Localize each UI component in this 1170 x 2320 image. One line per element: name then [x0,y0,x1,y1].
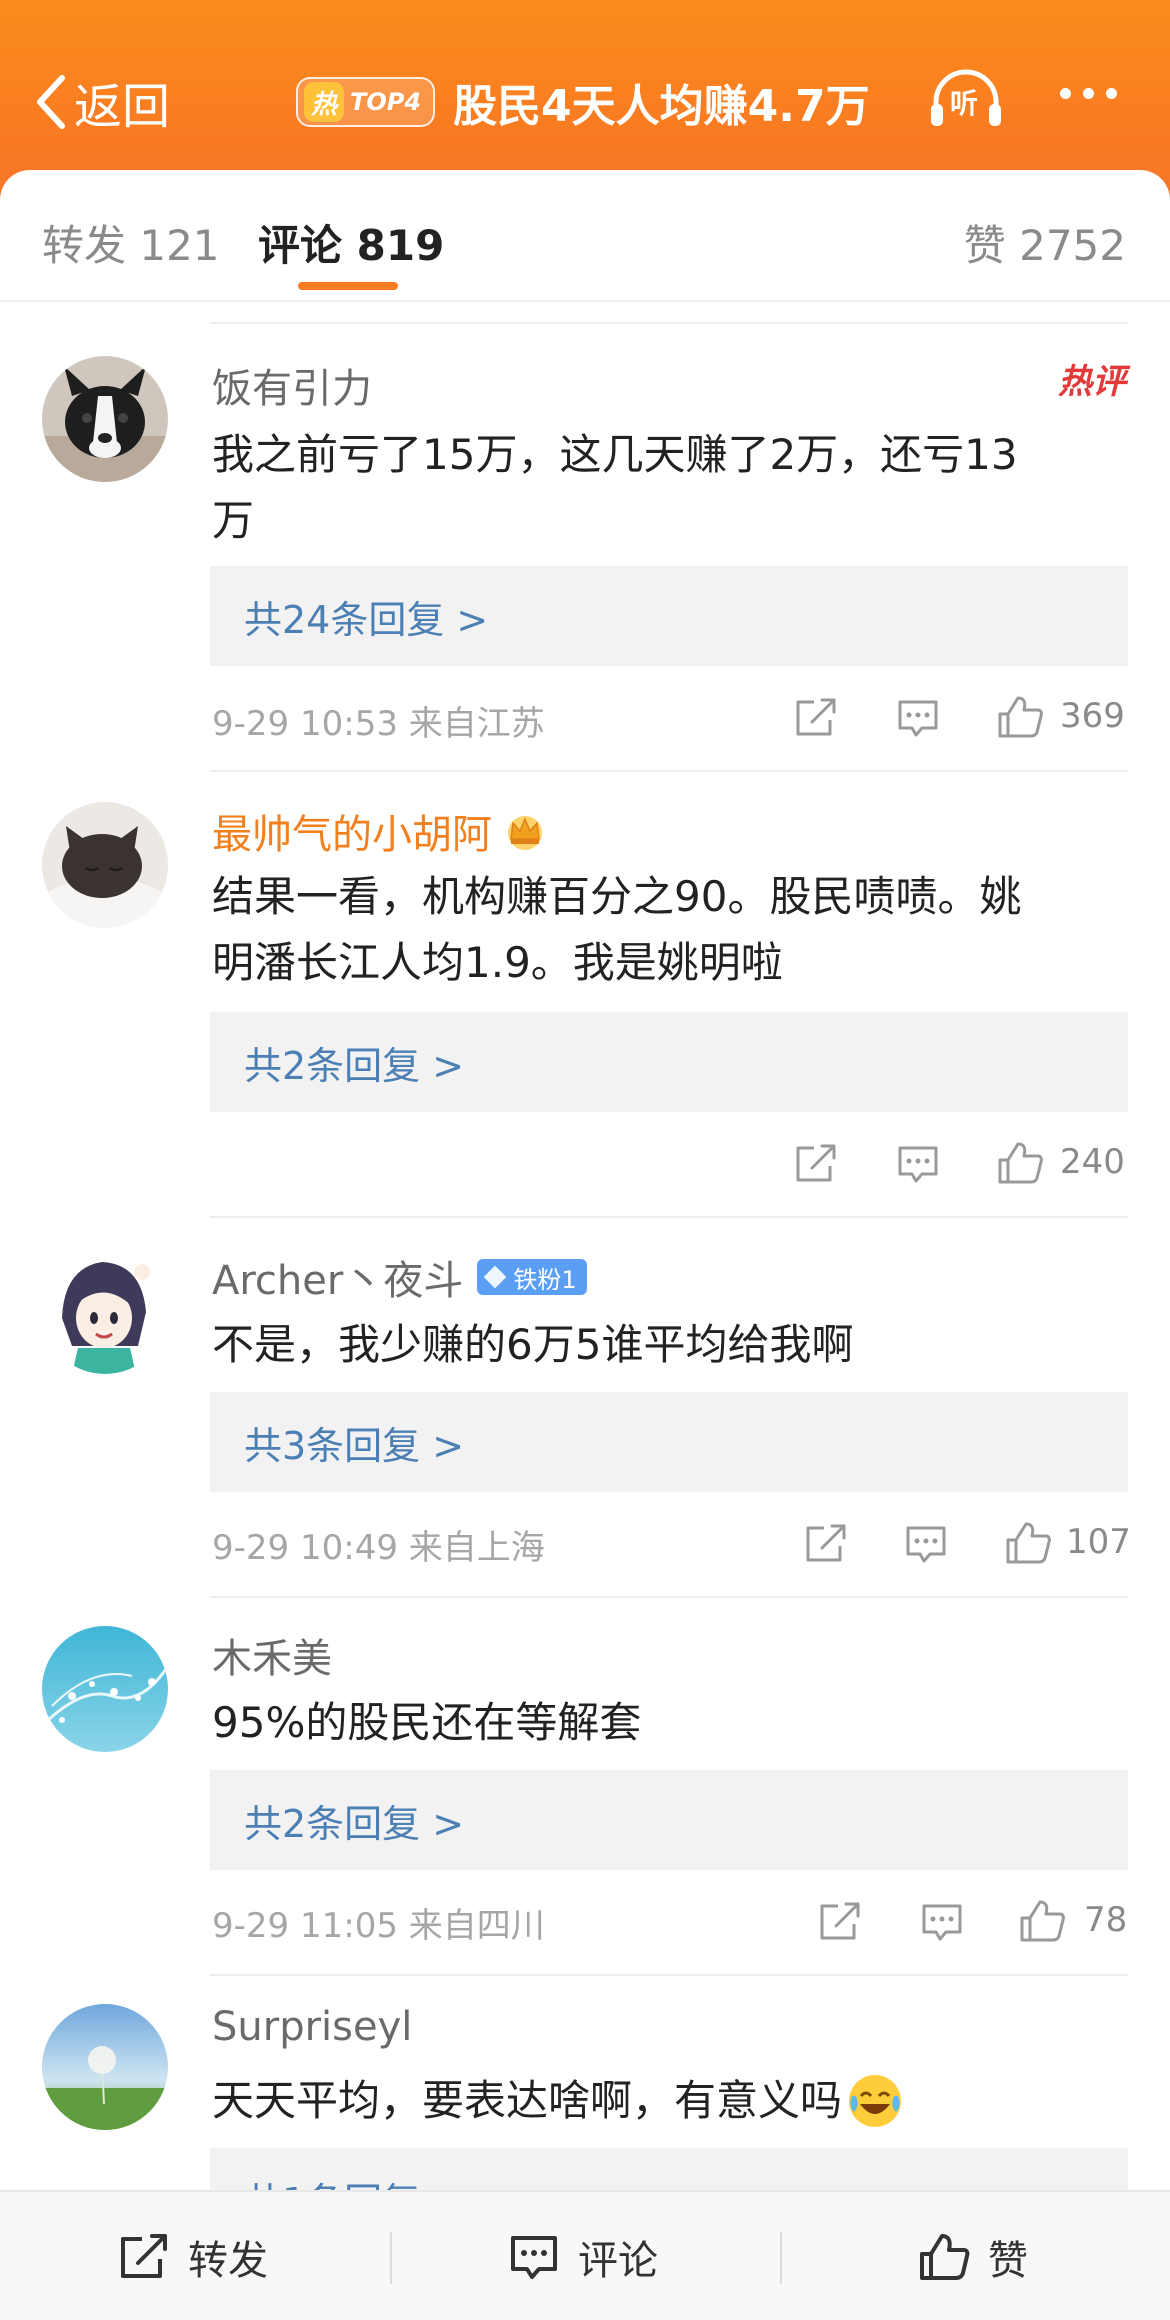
comment-text-line: 明潘长江人均1.9。我是姚明啦 [212,938,783,987]
hot-topic-title[interactable]: 热 TOP4 股民4天人均赚4.7万 [296,66,870,138]
active-tab-indicator [298,282,398,290]
view-replies-button[interactable]: 共2条回复 > [210,1770,1128,1870]
comment-icon[interactable] [896,698,940,738]
like-button[interactable]: 赞 [918,2192,1028,2320]
share-icon[interactable] [794,698,838,738]
tab-repost[interactable]: 转发 121 [42,212,220,273]
avatar[interactable] [42,802,168,928]
avatar[interactable] [42,2004,168,2130]
hot-rank-badge: 热 TOP4 [296,77,436,127]
share-icon[interactable] [794,1144,838,1184]
divider [0,300,1170,302]
view-replies-button[interactable]: 共24条回复 > [210,566,1128,666]
username[interactable]: 木禾美 [212,1626,332,1684]
like-count: 240 [1060,1142,1125,1182]
back-button[interactable]: 返回 [32,68,170,136]
username[interactable]: 最帅气的小胡阿 [212,802,548,860]
comment-item: Surpriseyl 天天平均，要表达啥啊，有意义吗 共1条回复 > [0,1976,1170,2190]
listen-button[interactable]: 听 [928,68,1004,132]
comment-text: 我之前亏了15万，这几天赚了2万，还亏13 万 [212,422,1112,554]
share-icon[interactable] [818,1902,862,1942]
thumbs-up-icon[interactable] [996,1140,1044,1186]
like-label: 赞 [988,2238,1028,2284]
tab-comments[interactable]: 评论 819 [258,212,444,273]
page-title: 股民4天人均赚4.7万 [453,81,870,132]
comment-item: 最帅气的小胡阿 结果一看，机构赚百分之90。股民啧啧。姚 明潘长江人均1.9。我… [0,774,1170,1218]
comment-meta: 9-29 11:05 来自四川 [212,1906,545,1946]
bottom-action-bar: 转发 评论 赞 [0,2190,1170,2320]
comment-text: 95%的股民还在等解套 [212,1690,1112,1756]
hot-rank: TOP4 [350,88,422,116]
username-text: Archer丶夜斗 [212,1258,464,1304]
fan-level-badge: 铁粉1 [477,1259,587,1295]
username[interactable]: 饭有引力 [212,356,372,414]
like-count: 369 [1060,696,1125,736]
username-text: 最帅气的小胡阿 [212,812,492,858]
laughing-tears-emoji-icon [849,2075,902,2127]
thumbs-up-icon[interactable] [1018,1898,1066,1944]
thumbs-up-icon [920,2234,970,2280]
share-icon[interactable] [804,1524,848,1564]
comment-text-line: 天天平均，要表达啥啊，有意义吗 [212,2076,843,2125]
comment-meta: 9-29 10:53 来自江苏 [212,704,545,744]
comment-text: 天天平均，要表达啥啊，有意义吗 [212,2068,1112,2134]
comment-item: 木禾美 95%的股民还在等解套 共2条回复 > 9-29 11:05 来自四川 … [0,1598,1170,1978]
comment-list[interactable]: 饭有引力 热评 我之前亏了15万，这几天赚了2万，还亏13 万 共24条回复 >… [0,330,1170,2190]
avatar[interactable] [42,356,168,482]
username[interactable]: Surpriseyl [212,2004,412,2050]
comment-icon[interactable] [920,1902,964,1942]
tab-bar: 转发 121 评论 819 赞 2752 [0,170,1170,300]
comment-text-line: 结果一看，机构赚百分之90。股民啧啧。姚 [212,872,1022,921]
divider [390,2232,392,2284]
fan-level-label: 铁粉1 [513,1265,577,1294]
tab-likes[interactable]: 赞 2752 [964,212,1126,273]
divider [780,2232,782,2284]
repost-button[interactable]: 转发 [118,2192,268,2320]
comment-label: 评论 [578,2238,658,2284]
thumbs-up-icon[interactable] [1004,1520,1052,1566]
share-icon [121,2234,167,2278]
listen-label: 听 [950,87,979,120]
view-replies-button[interactable]: 共2条回复 > [210,1012,1128,1112]
chevron-left-icon [37,75,65,129]
divider [210,1216,1128,1218]
more-options-icon[interactable] [1060,88,1117,99]
comment-text: 结果一看，机构赚百分之90。股民啧啧。姚 明潘长江人均1.9。我是姚明啦 [212,864,1112,996]
hot-icon: 热 [304,82,344,122]
comment-text-line: 95%的股民还在等解套 [212,1698,642,1747]
comment-text: 不是，我少赚的6万5谁平均给我啊 [212,1312,1112,1378]
avatar[interactable] [42,1248,168,1374]
username[interactable]: Archer丶夜斗 铁粉1 [212,1248,587,1306]
diamond-icon [484,1265,507,1289]
like-count: 78 [1084,1900,1128,1940]
repost-label: 转发 [188,2238,268,2284]
comment-icon [511,2236,557,2279]
vip-crown-icon [508,816,542,850]
avatar[interactable] [42,1626,168,1752]
comment-text-line: 我之前亏了15万，这几天赚了2万，还亏13 [212,430,1018,479]
comment-icon[interactable] [896,1144,940,1184]
divider [210,770,1128,772]
hot-comment-badge: 热评 [1058,362,1126,402]
comment-icon[interactable] [904,1524,948,1564]
comment-item: Archer丶夜斗 铁粉1 不是，我少赚的6万5谁平均给我啊 共3条回复 > 9… [0,1220,1170,1600]
comment-button[interactable]: 评论 [508,2192,658,2320]
comment-meta: 9-29 10:49 来自上海 [212,1528,545,1568]
like-count: 107 [1066,1522,1131,1562]
view-replies-button[interactable]: 共3条回复 > [210,1392,1128,1492]
comment-text-line: 不是，我少赚的6万5谁平均给我啊 [212,1320,854,1369]
back-label: 返回 [74,79,171,135]
divider [210,322,1128,324]
comment-text-line: 万 [212,496,255,545]
comment-item: 饭有引力 热评 我之前亏了15万，这几天赚了2万，还亏13 万 共24条回复 >… [0,330,1170,774]
view-replies-button[interactable]: 共1条回复 > [210,2148,1128,2190]
thumbs-up-icon[interactable] [996,694,1044,740]
